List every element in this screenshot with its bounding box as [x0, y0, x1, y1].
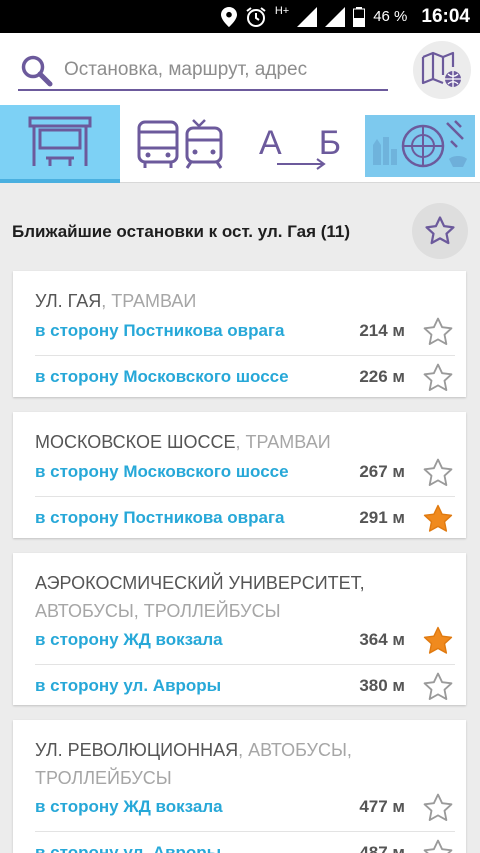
arrow-right-icon [277, 158, 326, 170]
stop-card[interactable]: АЭРОКОСМИЧЕСКИЙ УНИВЕРСИТЕТ, АВТОБУСЫ, Т… [13, 553, 466, 705]
city-map-icon [365, 115, 475, 177]
tab-route-a-b[interactable]: А Б [240, 105, 360, 183]
direction-row[interactable]: в сторону Постникова оврага 214 м [35, 309, 455, 355]
location-icon [220, 6, 237, 27]
bus-tram-icon [137, 119, 223, 169]
stop-card[interactable]: УЛ. РЕВОЛЮЦИОННАЯ, АВТОБУСЫ, ТРОЛЛЕЙБУСЫ… [13, 720, 466, 853]
star-filled-icon[interactable] [421, 624, 455, 658]
stop-title: УЛ. РЕВОЛЮЦИОННАЯ, АВТОБУСЫ, ТРОЛЛЕЙБУСЫ [35, 736, 445, 792]
direction-row[interactable]: в сторону ул. Авроры 487 м [35, 831, 455, 853]
status-bar: H+ 46 % 16:04 [0, 0, 480, 33]
favorite-toggle-button[interactable] [412, 203, 468, 259]
star-filled-icon[interactable] [421, 502, 455, 536]
direction-link[interactable]: в сторону Постникова оврага [35, 321, 285, 341]
star-outline-icon[interactable] [421, 670, 455, 704]
stop-card[interactable]: УЛ. ГАЯ, ТРАМВАИ в сторону Постникова ов… [13, 271, 466, 397]
distance: 477 м [359, 797, 405, 816]
battery-icon [353, 6, 366, 27]
distance: 267 м [359, 462, 405, 481]
direction-link[interactable]: в сторону ЖД вокзала [35, 630, 223, 650]
map-globe-icon [421, 51, 461, 87]
direction-row[interactable]: в сторону Постникова оврага 291 м [35, 496, 455, 542]
search-header [0, 33, 480, 105]
distance: 226 м [359, 367, 405, 386]
search-input[interactable] [64, 55, 374, 85]
distance: 214 м [359, 321, 405, 340]
stop-name: МОСКОВСКОЕ ШОССЕ [35, 432, 236, 452]
distance: 291 м [359, 508, 405, 527]
tab-stops[interactable] [0, 105, 120, 183]
tab-routes[interactable] [120, 105, 240, 183]
direction-link[interactable]: в сторону Постникова оврага [35, 508, 285, 528]
map-button[interactable] [413, 41, 471, 99]
search-icon [21, 55, 53, 87]
alarm-icon [246, 6, 266, 27]
network-type-label: H+ [274, 4, 290, 17]
bus-stop-icon [28, 116, 92, 166]
distance: 364 м [359, 630, 405, 649]
direction-row[interactable]: в сторону Московского шоссе 226 м [35, 355, 455, 401]
star-outline-icon[interactable] [421, 791, 455, 825]
route-a-b-icon: А Б [255, 114, 345, 174]
stop-name: УЛ. ГАЯ [35, 291, 102, 311]
signal-icon-2 [325, 6, 346, 27]
tab-city-map[interactable] [365, 115, 475, 177]
clock: 16:04 [421, 5, 470, 27]
direction-link[interactable]: в сторону Московского шоссе [35, 462, 289, 482]
direction-link[interactable]: в сторону ЖД вокзала [35, 797, 223, 817]
direction-row[interactable]: в сторону ЖД вокзала 477 м [35, 785, 455, 831]
battery-percent: 46 % [373, 8, 408, 25]
stop-name: АЭРОКОСМИЧЕСКИЙ УНИВЕРСИТЕТ, [35, 573, 365, 593]
stop-transport-type: , ТРАМВАИ [101, 291, 197, 311]
stop-title: АЭРОКОСМИЧЕСКИЙ УНИВЕРСИТЕТ, АВТОБУСЫ, Т… [35, 569, 445, 625]
direction-link[interactable]: в сторону Московского шоссе [35, 367, 289, 387]
nearby-stops-title: Ближайшие остановки к ост. ул. Гая (11) [12, 222, 351, 241]
transport-tabs: А Б [0, 105, 480, 183]
star-outline-icon[interactable] [421, 837, 455, 853]
star-outline-icon[interactable] [421, 315, 455, 349]
stop-transport-type: , ТРАМВАИ [235, 432, 331, 452]
star-outline-icon[interactable] [421, 361, 455, 395]
stop-card[interactable]: МОСКОВСКОЕ ШОССЕ, ТРАМВАИ в сторону Моск… [13, 412, 466, 538]
direction-row[interactable]: в сторону ул. Авроры 380 м [35, 664, 455, 710]
star-outline-icon [425, 216, 455, 245]
stop-name: УЛ. РЕВОЛЮЦИОННАЯ [35, 740, 239, 760]
distance: 380 м [359, 676, 405, 695]
direction-row[interactable]: в сторону Московского шоссе 267 м [35, 450, 455, 496]
direction-row[interactable]: в сторону ЖД вокзала 364 м [35, 618, 455, 664]
direction-link[interactable]: в сторону ул. Авроры [35, 843, 221, 853]
distance: 487 м [359, 843, 405, 853]
star-outline-icon[interactable] [421, 456, 455, 490]
status-bar-right: H+ 46 % 16:04 [220, 0, 470, 33]
direction-link[interactable]: в сторону ул. Авроры [35, 676, 221, 696]
signal-icon [297, 6, 318, 27]
search-bar[interactable] [18, 49, 388, 91]
